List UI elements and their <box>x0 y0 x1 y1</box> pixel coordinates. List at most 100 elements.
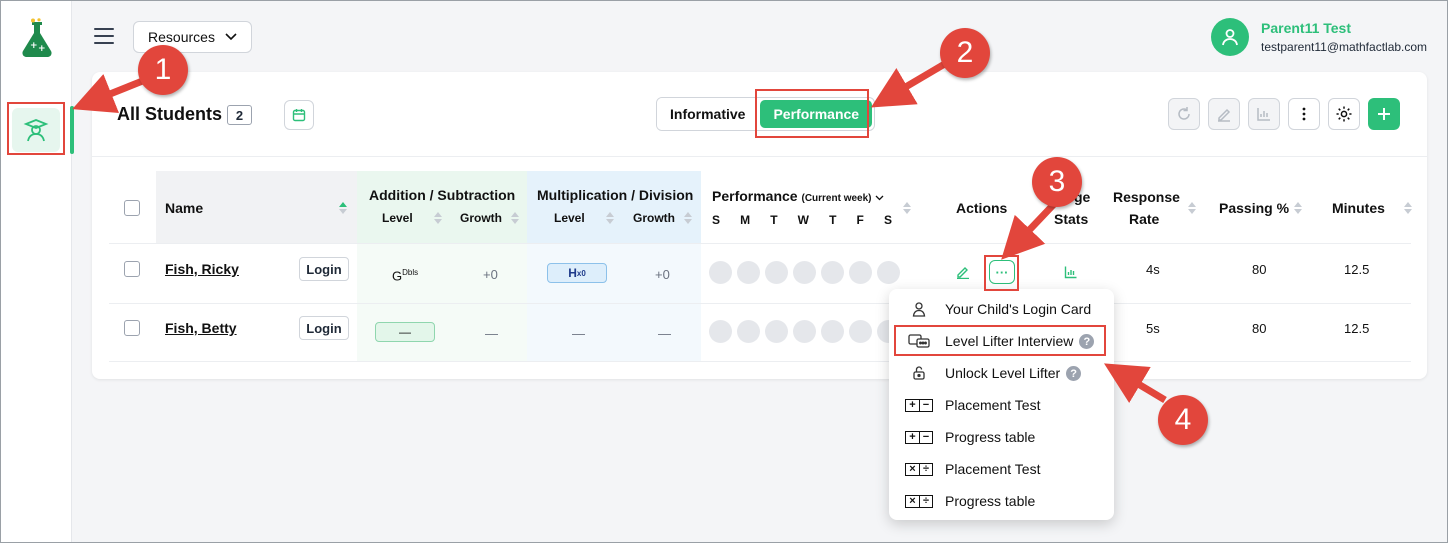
day-label: S <box>712 213 721 227</box>
refresh-icon <box>1178 107 1190 120</box>
plus-minus-icon: + − <box>905 430 933 444</box>
students-nav-button[interactable] <box>12 108 60 152</box>
arrow-4 <box>1103 363 1167 404</box>
header-performance-sub: (Current week) <box>801 193 872 204</box>
level-superscript: x0 <box>576 268 586 278</box>
user-profile[interactable]: Parent11 Test testparent11@mathfactlab.c… <box>1211 18 1427 56</box>
svg-text:+: + <box>30 41 38 51</box>
times-divide-icon: × ÷ <box>905 494 933 508</box>
menu-item-text: Unlock Level Lifter <box>945 364 1061 381</box>
day-dot <box>821 261 844 284</box>
row-divider <box>109 243 1411 244</box>
sort-icon[interactable] <box>1188 201 1196 215</box>
sort-icon[interactable] <box>1404 201 1412 215</box>
menu-item-unlock-level-lifter[interactable]: Unlock Level Lifter? <box>889 359 1114 387</box>
step-badge-4: 4 <box>1158 395 1208 445</box>
day-label: M <box>740 213 751 227</box>
row-checkbox[interactable] <box>124 320 140 336</box>
add-level-pill[interactable]: — <box>375 322 435 342</box>
edit-button[interactable] <box>1208 98 1240 130</box>
level-letter: G <box>392 268 403 284</box>
stats-button[interactable] <box>1248 98 1280 130</box>
sort-asc-icon[interactable] <box>339 201 347 215</box>
header-performance[interactable]: Performance (Current week) <box>712 188 884 204</box>
menu-item-label: Level Lifter Interview? <box>945 333 1095 350</box>
day-dot <box>737 320 760 343</box>
student-count-badge: 2 <box>227 105 252 125</box>
response-rate-value: 5s <box>1146 321 1160 336</box>
help-icon[interactable]: ? <box>1066 366 1082 382</box>
login-button[interactable]: Login <box>299 257 349 281</box>
day-dot <box>793 261 816 284</box>
day-dot <box>737 261 760 284</box>
user-name: Parent11 Test <box>1261 20 1352 36</box>
header-response-rate-2: Rate <box>1129 211 1160 227</box>
sort-icon[interactable] <box>511 211 519 225</box>
header-mul-level[interactable]: Level <box>554 211 585 225</box>
active-nav-indicator <box>70 106 74 154</box>
menu-item-label: Unlock Level Lifter? <box>945 364 1082 382</box>
student-name-link[interactable]: Fish, Ricky <box>165 261 239 277</box>
resources-label: Resources <box>148 29 215 45</box>
header-passing[interactable]: Passing % <box>1219 200 1289 216</box>
usage-stats-icon[interactable] <box>1064 265 1078 279</box>
select-all-checkbox[interactable] <box>124 200 140 216</box>
login-button[interactable]: Login <box>299 316 349 340</box>
person-icon <box>905 301 933 317</box>
sort-icon[interactable] <box>1294 201 1302 215</box>
header-mul-growth[interactable]: Growth <box>633 211 675 225</box>
multiplication-column-header-bg <box>527 171 701 243</box>
menu-item-level-lifter-interview[interactable]: Level Lifter Interview? <box>889 327 1114 355</box>
header-response-rate[interactable]: Response <box>1113 189 1180 205</box>
mul-growth-value: +0 <box>655 267 670 282</box>
help-icon[interactable]: ? <box>1079 334 1095 350</box>
bar-chart-icon <box>1257 108 1270 121</box>
day-dot <box>849 261 872 284</box>
header-add-growth[interactable]: Growth <box>460 211 502 225</box>
toolbar <box>1168 98 1400 130</box>
header-add-level[interactable]: Level <box>382 211 413 225</box>
app-logo-flask-icon[interactable]: + + <box>20 18 54 58</box>
menu-item-placement-test-add[interactable]: + − Placement Test <box>889 391 1114 419</box>
divider <box>92 156 1427 157</box>
day-label: W <box>797 213 809 227</box>
avatar[interactable] <box>1211 18 1249 56</box>
sort-icon[interactable] <box>684 211 692 225</box>
more-actions-button[interactable]: ··· <box>989 260 1015 284</box>
plus-minus-icon: + − <box>905 398 933 412</box>
row-checkbox[interactable] <box>124 261 140 277</box>
minutes-value: 12.5 <box>1344 262 1370 277</box>
sort-icon[interactable] <box>606 211 614 225</box>
day-dot <box>709 261 732 284</box>
menu-item-label: Placement Test <box>945 461 1041 477</box>
user-icon <box>1222 29 1238 46</box>
menu-item-login-card[interactable]: Your Child's Login Card <box>889 295 1114 323</box>
settings-button[interactable] <box>1328 98 1360 130</box>
sort-icon[interactable] <box>903 201 911 215</box>
header-name[interactable]: Name <box>165 200 203 216</box>
student-name-link[interactable]: Fish, Betty <box>165 320 237 336</box>
header-minutes[interactable]: Minutes <box>1332 200 1385 216</box>
sort-icon[interactable] <box>434 211 442 225</box>
refresh-button[interactable] <box>1168 98 1200 130</box>
edit-pencil-icon[interactable] <box>956 265 970 279</box>
mul-growth-value: — <box>658 326 671 341</box>
day-dot <box>877 261 900 284</box>
menu-item-label: Your Child's Login Card <box>945 301 1092 317</box>
menu-item-placement-test-mul[interactable]: × ÷ Placement Test <box>889 455 1114 483</box>
menu-toggle-icon[interactable] <box>94 28 114 46</box>
student-graduate-icon <box>23 119 49 142</box>
passing-value: 80 <box>1252 262 1267 277</box>
more-options-button[interactable] <box>1288 98 1320 130</box>
add-student-button[interactable] <box>1368 98 1400 130</box>
tab-informative[interactable]: Informative <box>657 98 759 130</box>
user-email: testparent11@mathfactlab.com <box>1261 40 1428 54</box>
row-divider <box>109 361 1411 362</box>
mul-level-pill[interactable]: Hx0 <box>547 263 607 283</box>
menu-item-progress-table-add[interactable]: + − Progress table <box>889 423 1114 451</box>
tab-performance[interactable]: Performance <box>760 100 873 128</box>
date-picker-button[interactable] <box>284 100 314 130</box>
calendar-icon <box>292 109 306 122</box>
menu-item-progress-table-mul[interactable]: × ÷ Progress table <box>889 487 1114 515</box>
step-badge-2: 2 <box>940 28 990 78</box>
